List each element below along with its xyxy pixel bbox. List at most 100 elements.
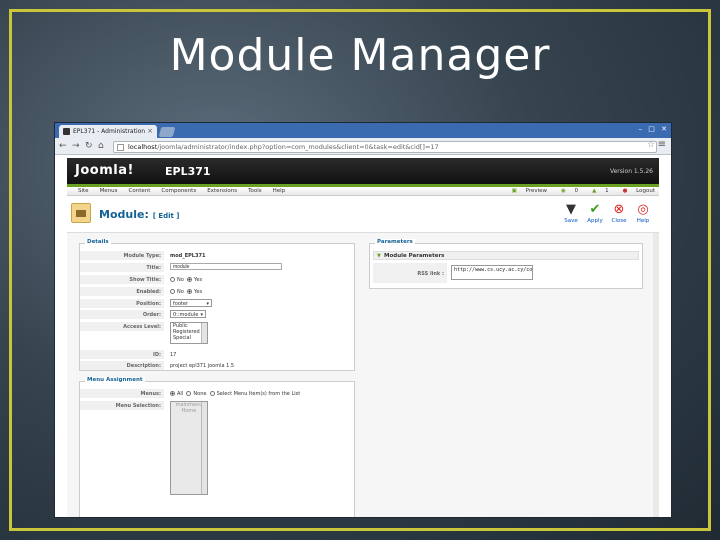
menus-select-radio[interactable]: [209, 391, 215, 396]
close-circle-icon: ⊗: [613, 202, 625, 217]
logout-link[interactable]: ● Logout: [616, 188, 655, 194]
admin-menu-bar: Site Menus Content Components Extensions…: [67, 184, 659, 196]
menu-item-help[interactable]: Help: [273, 188, 286, 194]
rss-link-textarea[interactable]: http://www.cs.ucy.ac.cy/colloquium/rss.x…: [451, 265, 533, 280]
enabled-options: No Yes: [170, 289, 202, 295]
save-button[interactable]: ▼ Save: [559, 202, 583, 224]
menus-row: Menus: All None Select Menu Item(s) from…: [80, 389, 354, 398]
access-level-list[interactable]: Public Registered Special: [170, 322, 208, 344]
menu-item-content[interactable]: Content: [129, 188, 151, 194]
minimize-icon[interactable]: –: [639, 125, 643, 133]
module-parameters-label: Module Parameters: [384, 253, 445, 259]
position-row: Position: footer ▾: [80, 299, 354, 308]
tab-title: EPL371 - Administration: [73, 128, 146, 135]
show-title-no-radio[interactable]: [170, 277, 175, 282]
help-lifebuoy-icon: ◎: [637, 202, 649, 217]
navigation-bar: ← → ↻ ⌂ localhost/joomla/administrator/i…: [55, 138, 671, 155]
title-label: Title:: [80, 263, 164, 272]
title-input[interactable]: [170, 263, 282, 270]
window-close-icon[interactable]: ✕: [661, 125, 667, 133]
enabled-no-radio[interactable]: [170, 289, 175, 294]
menu-item-components[interactable]: Components: [161, 188, 196, 194]
maximize-icon[interactable]: □: [648, 125, 655, 133]
preview-link[interactable]: ▣ Preview: [505, 188, 547, 194]
joomla-header: Joomla! EPL371 Version 1.5.26: [67, 158, 659, 184]
new-tab-button[interactable]: [158, 127, 176, 137]
tab-close-icon[interactable]: ×: [147, 127, 153, 135]
url-path: /joomla/administrator/index.php?option=c…: [157, 143, 439, 151]
menu-selection-label: Menu Selection:: [80, 401, 164, 410]
order-select[interactable]: 0::module ▾: [170, 310, 206, 318]
messages-icon: ◉: [561, 188, 566, 194]
forward-arrow-icon[interactable]: →: [72, 141, 80, 151]
page-scrollbar[interactable]: [653, 233, 659, 517]
menus-options: All None Select Menu Item(s) from the Li…: [170, 391, 300, 397]
joomla-logo: Joomla!: [75, 163, 134, 178]
preview-icon: ▣: [511, 188, 517, 194]
show-title-options: No Yes: [170, 277, 202, 283]
save-label: Save: [564, 218, 578, 224]
preview-label: Preview: [525, 188, 548, 194]
apply-button[interactable]: ✔ Apply: [583, 202, 607, 224]
close-label: Close: [611, 218, 627, 224]
help-button[interactable]: ◎ Help: [631, 202, 655, 224]
access-level-row: Access Level: Public Registered Special: [80, 322, 354, 346]
address-bar[interactable]: localhost/joomla/administrator/index.php…: [113, 141, 657, 153]
enabled-no-label: No: [177, 289, 184, 295]
module-type-row: Module Type: mod_EPL371: [80, 251, 354, 260]
menu-assignment-legend: Menu Assignment: [85, 377, 145, 383]
close-button[interactable]: ⊗ Close: [607, 202, 631, 224]
page-title-text: Module:: [99, 208, 149, 221]
description-label: Description:: [80, 361, 164, 370]
logout-label: Logout: [636, 188, 655, 194]
id-row: ID: 17: [80, 350, 354, 359]
list-scrollbar[interactable]: [201, 323, 207, 343]
menu-assignment-fieldset: Menu Assignment Menus: All None Select M…: [79, 377, 355, 517]
show-title-label: Show Title:: [80, 275, 164, 284]
window-controls: – □ ✕: [635, 125, 667, 133]
url-host: localhost: [128, 143, 158, 151]
chevron-down-icon: ▾: [206, 301, 209, 307]
list-scrollbar[interactable]: [201, 402, 207, 494]
enabled-yes-radio[interactable]: [187, 289, 192, 294]
parameters-legend: Parameters: [375, 239, 415, 245]
menu-item-extensions[interactable]: Extensions: [207, 188, 237, 194]
module-parameters-header[interactable]: ▼ Module Parameters: [373, 251, 639, 260]
page-title: Module: [ Edit ]: [99, 208, 180, 221]
menus-all-radio[interactable]: [170, 391, 175, 396]
description-row: Description: project epl371 joomla 1.5: [80, 361, 354, 370]
browser-tab[interactable]: EPL371 - Administration ×: [59, 125, 157, 138]
browser-menu-icon[interactable]: ≡: [658, 139, 666, 150]
rss-link-row: RSS link : http://www.cs.ucy.ac.cy/collo…: [373, 263, 639, 283]
users-link[interactable]: ▲ 1: [585, 188, 608, 194]
parameters-fieldset: Parameters ▼ Module Parameters RSS link …: [369, 239, 643, 289]
menu-selection-list[interactable]: mainmenu Home: [170, 401, 208, 495]
order-value: 0::module: [173, 312, 199, 318]
users-icon: ▲: [592, 188, 597, 194]
position-select[interactable]: footer ▾: [170, 299, 212, 307]
home-icon[interactable]: ⌂: [98, 141, 104, 151]
description-value: project epl371 joomla 1.5: [170, 363, 235, 369]
joomla-favicon-icon: [63, 128, 70, 135]
bookmark-star-icon[interactable]: ☆: [647, 140, 655, 150]
version-label: Version 1.5.26: [609, 168, 653, 175]
users-count: 1: [605, 188, 609, 194]
messages-link[interactable]: ◉ 0: [554, 188, 578, 194]
menu-item-site[interactable]: Site: [78, 188, 89, 194]
back-arrow-icon[interactable]: ←: [59, 141, 67, 151]
menus-none-radio[interactable]: [186, 391, 192, 396]
show-title-row: Show Title: No Yes: [80, 275, 354, 284]
id-label: ID:: [80, 350, 164, 359]
order-label: Order:: [80, 310, 164, 319]
browser-window: EPL371 - Administration × – □ ✕ ← → ↻ ⌂ …: [54, 122, 672, 518]
tab-bar: EPL371 - Administration × – □ ✕: [55, 123, 671, 138]
module-icon: [71, 203, 91, 223]
title-row: Title:: [80, 263, 354, 272]
menu-item-menus[interactable]: Menus: [100, 188, 118, 194]
reload-icon[interactable]: ↻: [85, 141, 93, 151]
show-title-yes-label: Yes: [194, 277, 203, 283]
expand-triangle-icon: ▼: [377, 253, 381, 259]
menu-item-tools[interactable]: Tools: [248, 188, 262, 194]
show-title-yes-radio[interactable]: [187, 277, 192, 282]
slide-title: Module Manager: [169, 30, 551, 81]
